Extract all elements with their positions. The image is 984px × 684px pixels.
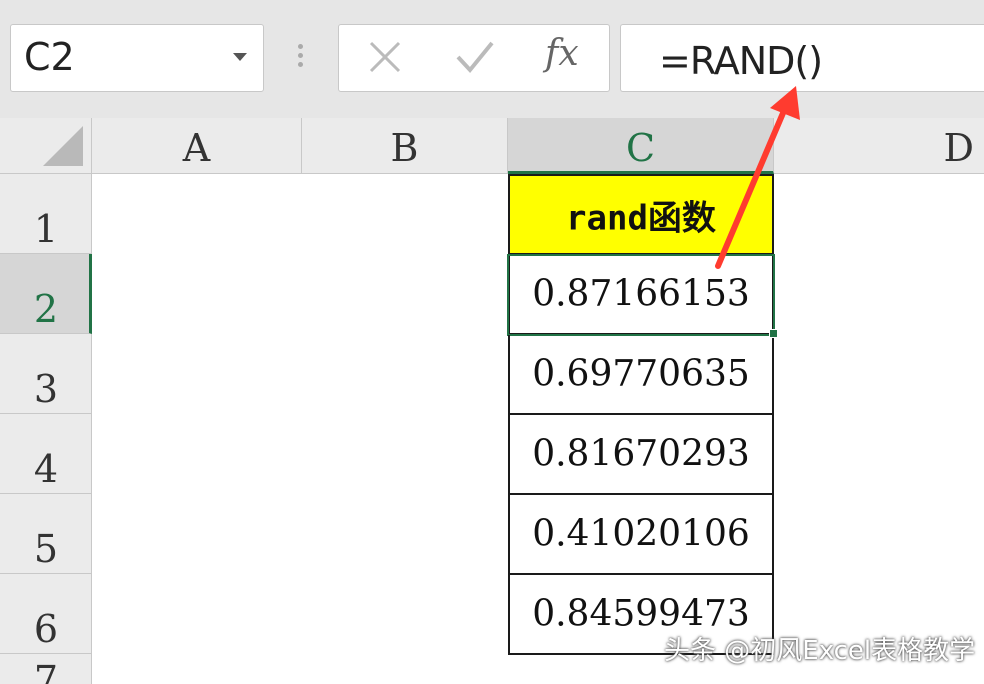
cell-c5[interactable]: 0.41020106 <box>508 495 774 575</box>
column-header-a[interactable]: A <box>92 118 302 174</box>
cell-grid[interactable]: rand函数 0.87166153 0.69770635 0.81670293 … <box>92 174 984 684</box>
column-header-b[interactable]: B <box>302 118 508 174</box>
chevron-down-icon[interactable] <box>233 53 247 61</box>
select-all-icon <box>43 126 83 166</box>
row-header-1[interactable]: 1 <box>0 174 92 254</box>
name-box-value: C2 <box>24 35 75 79</box>
formula-bar: C2 fx =RAND() <box>0 0 984 118</box>
row-number: 1 <box>33 207 59 251</box>
row-header-column: 1 2 3 4 5 6 7 <box>0 174 92 684</box>
row-header-7[interactable]: 7 <box>0 654 92 684</box>
column-header-d[interactable]: D <box>774 118 984 174</box>
cell-text: 0.81670293 <box>532 433 750 475</box>
cell-text: 0.69770635 <box>532 353 750 395</box>
row-header-5[interactable]: 5 <box>0 494 92 574</box>
row-number: 2 <box>33 287 59 331</box>
formula-actions: fx <box>338 24 610 92</box>
cell-text: 0.84599473 <box>532 593 750 635</box>
checkmark-icon[interactable] <box>455 39 495 75</box>
fill-handle[interactable] <box>769 329 778 338</box>
row-header-3[interactable]: 3 <box>0 334 92 414</box>
row-number: 5 <box>33 527 59 571</box>
cell-text: rand函数 <box>566 198 716 238</box>
cell-c4[interactable]: 0.81670293 <box>508 415 774 495</box>
row-number: 7 <box>33 658 59 684</box>
row-number: 3 <box>33 367 59 411</box>
formula-input[interactable]: =RAND() <box>620 24 984 92</box>
cell-c2[interactable]: 0.87166153 <box>507 254 775 336</box>
row-number: 6 <box>33 607 59 651</box>
row-number: 4 <box>33 447 59 491</box>
drag-handle-icon[interactable] <box>296 44 304 74</box>
insert-function-icon[interactable]: fx <box>545 33 579 74</box>
cell-text: 0.87166153 <box>532 273 750 315</box>
name-box[interactable]: C2 <box>10 24 264 92</box>
row-header-2[interactable]: 2 <box>0 254 92 334</box>
watermark: 头条 @初风Excel表格教学 <box>664 636 976 666</box>
formula-text: =RAND() <box>659 39 823 83</box>
select-all-button[interactable] <box>0 118 92 174</box>
cell-c3[interactable]: 0.69770635 <box>508 335 774 415</box>
cell-c1[interactable]: rand函数 <box>508 174 774 255</box>
row-header-6[interactable]: 6 <box>0 574 92 654</box>
row-header-4[interactable]: 4 <box>0 414 92 494</box>
column-header-row: A B C D <box>0 118 984 174</box>
cancel-icon[interactable] <box>367 39 403 75</box>
column-header-c[interactable]: C <box>508 118 774 174</box>
cell-text: 0.41020106 <box>532 513 750 555</box>
